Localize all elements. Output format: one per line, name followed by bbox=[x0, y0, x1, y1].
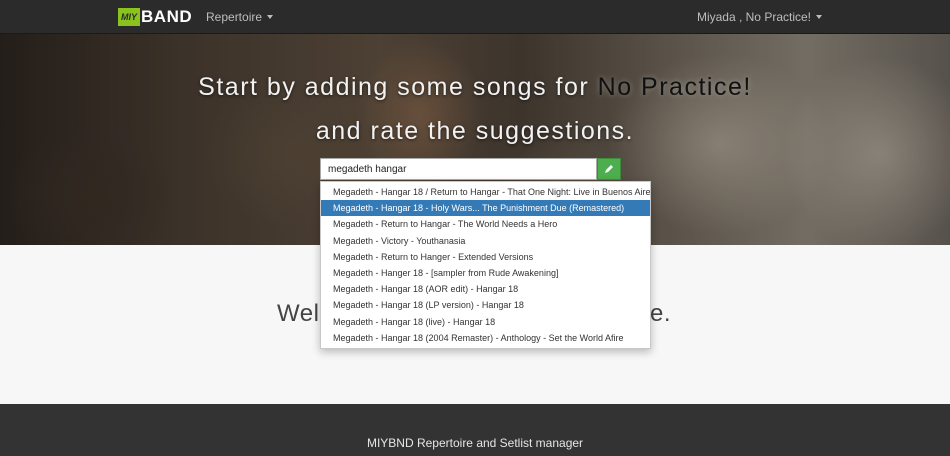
pencil-icon bbox=[605, 165, 613, 173]
brand-logo-text: BAND bbox=[141, 7, 193, 26]
autocomplete-dropdown: Megadeth - Hangar 18 / Return to Hangar … bbox=[320, 181, 651, 349]
autocomplete-suggestion[interactable]: Megadeth - Hangar 18 (2004 Remaster) - A… bbox=[321, 330, 650, 346]
footer: MIYBND Repertoire and Setlist manager bbox=[0, 404, 950, 456]
repertoire-menu[interactable]: Repertoire bbox=[206, 10, 274, 24]
brand-logo[interactable]: MIY BAND bbox=[118, 8, 192, 26]
autocomplete-suggestion[interactable]: Megadeth - Return to Hangar - The World … bbox=[321, 216, 650, 232]
hero-band-name: No Practice! bbox=[597, 73, 752, 101]
autocomplete-suggestion[interactable]: Megadeth - Victory - Youthanasia bbox=[321, 233, 650, 249]
autocomplete-suggestion[interactable]: Megadeth - Hangar 18 (LP version) - Hang… bbox=[321, 297, 650, 313]
chevron-down-icon bbox=[267, 15, 274, 19]
welcome-heading-left: Wel bbox=[277, 300, 320, 327]
hero-heading-line2: and rate the suggestions. bbox=[315, 117, 635, 145]
autocomplete-suggestion[interactable]: Megadeth - Hangar 18 - Holy Wars... The … bbox=[321, 200, 650, 217]
song-search-input[interactable] bbox=[320, 158, 597, 180]
add-song-button[interactable] bbox=[597, 158, 621, 180]
footer-text: MIYBND Repertoire and Setlist manager bbox=[366, 436, 584, 450]
user-menu[interactable]: Miyada , No Practice! bbox=[697, 10, 822, 24]
hero-heading-prefix: Start by adding some songs for bbox=[198, 73, 598, 101]
chevron-down-icon bbox=[816, 15, 822, 19]
autocomplete-suggestion[interactable]: Megadeth - Hanger 18 - [sampler from Rud… bbox=[321, 265, 650, 281]
user-menu-label: Miyada , No Practice! bbox=[696, 10, 811, 24]
hero-heading-line1: Start by adding some songs for No Practi… bbox=[0, 73, 950, 102]
autocomplete-suggestion[interactable]: Megadeth - Return to Hanger - Extended V… bbox=[321, 249, 650, 265]
top-navbar: MIY BAND Repertoire Miyada , No Practice… bbox=[0, 0, 950, 34]
autocomplete-suggestion[interactable]: Megadeth - Hangar 18 (live) - Hangar 18 bbox=[321, 314, 650, 330]
autocomplete-suggestion[interactable]: Megadeth - Hangar 18 / Return to Hangar … bbox=[321, 184, 650, 200]
repertoire-menu-label: Repertoire bbox=[206, 10, 263, 24]
autocomplete-suggestion[interactable]: Megadeth - Hangar 18 (AOR edit) - Hangar… bbox=[321, 281, 650, 297]
welcome-heading-right: e. bbox=[650, 300, 672, 327]
song-search bbox=[320, 158, 621, 180]
brand-logo-small: MIY bbox=[118, 8, 141, 26]
